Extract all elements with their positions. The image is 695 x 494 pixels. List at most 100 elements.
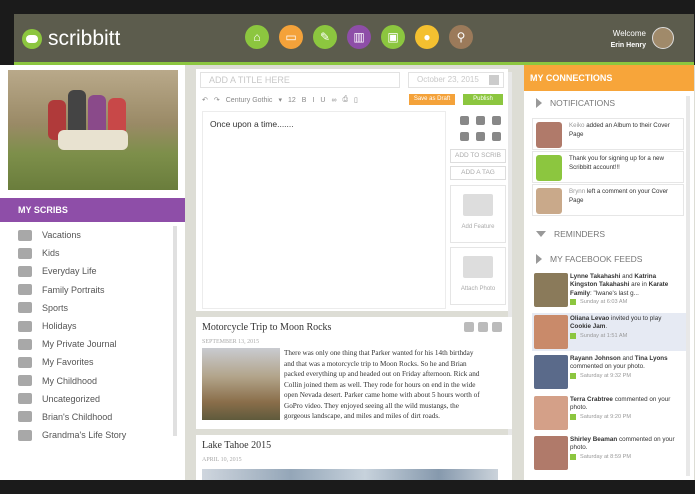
write-icon[interactable]: ✎: [313, 25, 337, 49]
lock-icon[interactable]: [459, 115, 469, 125]
profile-icon[interactable]: ●: [415, 25, 439, 49]
sidebar-item-label: Uncategorized: [42, 393, 101, 404]
print-icon[interactable]: ⎙: [342, 96, 348, 104]
feed-type-icon: [570, 299, 576, 306]
feed-timestamp: Saturday at 8:59 PM: [580, 453, 631, 460]
calendar-icon[interactable]: [489, 75, 499, 85]
notifications-header[interactable]: NOTIFICATIONS: [536, 98, 615, 108]
connections-scrollbar[interactable]: [686, 96, 690, 476]
redo-icon[interactable]: ↷: [214, 96, 220, 104]
sidebar-item[interactable]: My Favorites: [18, 353, 168, 371]
sidebar-item-label: My Favorites: [42, 357, 94, 368]
sidebar-scrollbar[interactable]: [173, 226, 177, 436]
italic-icon[interactable]: I: [312, 97, 314, 104]
facebook-feed-item[interactable]: Lynne Takahashi and Katrina Kingston Tak…: [532, 271, 688, 309]
date-input[interactable]: October 23, 2015: [408, 72, 504, 88]
title-input[interactable]: ADD A TITLE HERE: [200, 72, 400, 88]
clock-icon[interactable]: [491, 131, 501, 141]
sidebar-item[interactable]: Brian's Childhood: [18, 408, 168, 426]
sun-icon: [18, 265, 32, 277]
sidebar-item[interactable]: My Childhood: [18, 372, 168, 390]
sidebar-item[interactable]: Holidays: [18, 317, 168, 335]
font-size-select[interactable]: 12: [288, 97, 296, 104]
sidebar-item[interactable]: Uncategorized: [18, 390, 168, 408]
cover-family-photo[interactable]: [8, 70, 178, 190]
chevron-down-icon[interactable]: ▾: [278, 96, 282, 104]
notification-avatar: [536, 155, 562, 181]
post-photo[interactable]: [202, 348, 280, 420]
add-tag-button[interactable]: ADD A TAG: [450, 166, 506, 180]
user-name[interactable]: Erin Henry: [611, 42, 646, 49]
underline-icon[interactable]: U: [320, 97, 325, 104]
sidebar-item[interactable]: Sports: [18, 299, 168, 317]
post-card[interactable]: Lake Tahoe 2015 APRIL 10, 2015: [196, 435, 512, 480]
search-icon[interactable]: ⚲: [449, 25, 473, 49]
font-select[interactable]: Century Gothic: [226, 97, 273, 104]
home-icon[interactable]: ⌂: [245, 25, 269, 49]
share-user-icon[interactable]: [475, 115, 485, 125]
undo-icon[interactable]: ↶: [202, 96, 208, 104]
feed-avatar: [534, 273, 568, 307]
feed-name: Tina Lyons: [634, 355, 668, 362]
post-title[interactable]: Motorcycle Trip to Moon Rocks: [202, 322, 331, 333]
sidebar-item[interactable]: Vacations: [18, 226, 168, 244]
notification-item[interactable]: Thank you for signing up for a new Scrib…: [532, 151, 684, 183]
add-to-scrib-button[interactable]: ADD TO SCRIB: [450, 149, 506, 163]
feed-timestamp: Saturday at 9:20 PM: [580, 413, 631, 420]
sidebar-item[interactable]: Family Portraits: [18, 281, 168, 299]
notification-text: Thank you for signing up for a new Scrib…: [569, 155, 681, 172]
delete-icon[interactable]: ▯: [354, 96, 358, 104]
notification-text: Keiko added an Album to their Cover Page: [569, 122, 681, 139]
facebook-feed-item[interactable]: Shirley Beaman commented on your photo. S…: [532, 434, 688, 472]
app-logo[interactable]: scribbitt: [22, 26, 120, 52]
feed-text: Lynne Takahashi and Katrina Kingston Tak…: [570, 273, 684, 307]
publish-button[interactable]: Publish: [463, 94, 503, 105]
feed-action: invited you to play: [610, 315, 662, 322]
reminders-header[interactable]: REMINDERS: [536, 229, 605, 239]
sidebar-item-label: Holidays: [42, 321, 77, 332]
facebook-feeds-header[interactable]: MY FACEBOOK FEEDS: [536, 254, 642, 264]
facebook-icon[interactable]: [491, 115, 501, 125]
scribs-icon[interactable]: ▥: [347, 25, 371, 49]
sidebar-item[interactable]: Kids: [18, 244, 168, 262]
feed-time: Saturday at 9:32 PM: [570, 372, 684, 380]
sidebar-item[interactable]: Everyday Life: [18, 262, 168, 280]
clock-icon[interactable]: [492, 322, 502, 332]
presentation-icon[interactable]: ▭: [279, 25, 303, 49]
photos-icon[interactable]: ▣: [381, 25, 405, 49]
link-icon[interactable]: ∞: [331, 97, 336, 104]
post-icons: [460, 322, 502, 332]
post-photo-strip[interactable]: [202, 469, 498, 480]
facebook-feed-item[interactable]: Rayann Johnson and Tina Lyons commented …: [532, 353, 688, 391]
email-icon[interactable]: [459, 131, 469, 141]
add-feature-label: Add Feature: [461, 224, 495, 230]
notification-avatar: [536, 122, 562, 148]
add-feature-button[interactable]: Add Feature: [450, 185, 506, 243]
user-avatar[interactable]: [652, 27, 674, 49]
notification-item[interactable]: Brynn left a comment on your Cover Page: [532, 184, 684, 216]
sidebar-item[interactable]: My Private Journal: [18, 335, 168, 353]
feed-type-icon: [570, 333, 576, 340]
facebook-feed-item[interactable]: Terra Crabtree commented on your photo. S…: [532, 394, 688, 432]
attach-photo-button[interactable]: Attach Photo: [450, 247, 506, 305]
sidebar-item-label: Vacations: [42, 230, 81, 241]
feed-avatar: [534, 396, 568, 430]
facebook-feed-item[interactable]: Oliana Levao invited you to play Cookie …: [532, 313, 688, 351]
notification-item[interactable]: Keiko added an Album to their Cover Page: [532, 118, 684, 150]
feed-type-icon: [570, 373, 576, 380]
post-tools: [456, 112, 504, 144]
logo-text: scribbitt: [48, 27, 121, 50]
sidebar-item[interactable]: Grandma's Life Story: [18, 426, 168, 444]
story-body-input[interactable]: Once upon a time.......: [202, 111, 446, 309]
feed-time: Sunday at 6:03 AM: [570, 298, 684, 306]
bold-icon[interactable]: B: [302, 97, 307, 104]
share-user-icon[interactable]: [464, 322, 474, 332]
notification-avatar: [536, 188, 562, 214]
facebook-icon[interactable]: [478, 322, 488, 332]
post-title[interactable]: Lake Tahoe 2015: [202, 440, 271, 451]
facebook-feeds-label: MY FACEBOOK FEEDS: [550, 254, 643, 264]
heart-icon[interactable]: [475, 131, 485, 141]
post-card[interactable]: Motorcycle Trip to Moon Rocks SEPTEMBER …: [196, 317, 512, 429]
save-draft-button[interactable]: Save as Draft: [409, 94, 455, 105]
feed-action: are in: [631, 281, 647, 289]
